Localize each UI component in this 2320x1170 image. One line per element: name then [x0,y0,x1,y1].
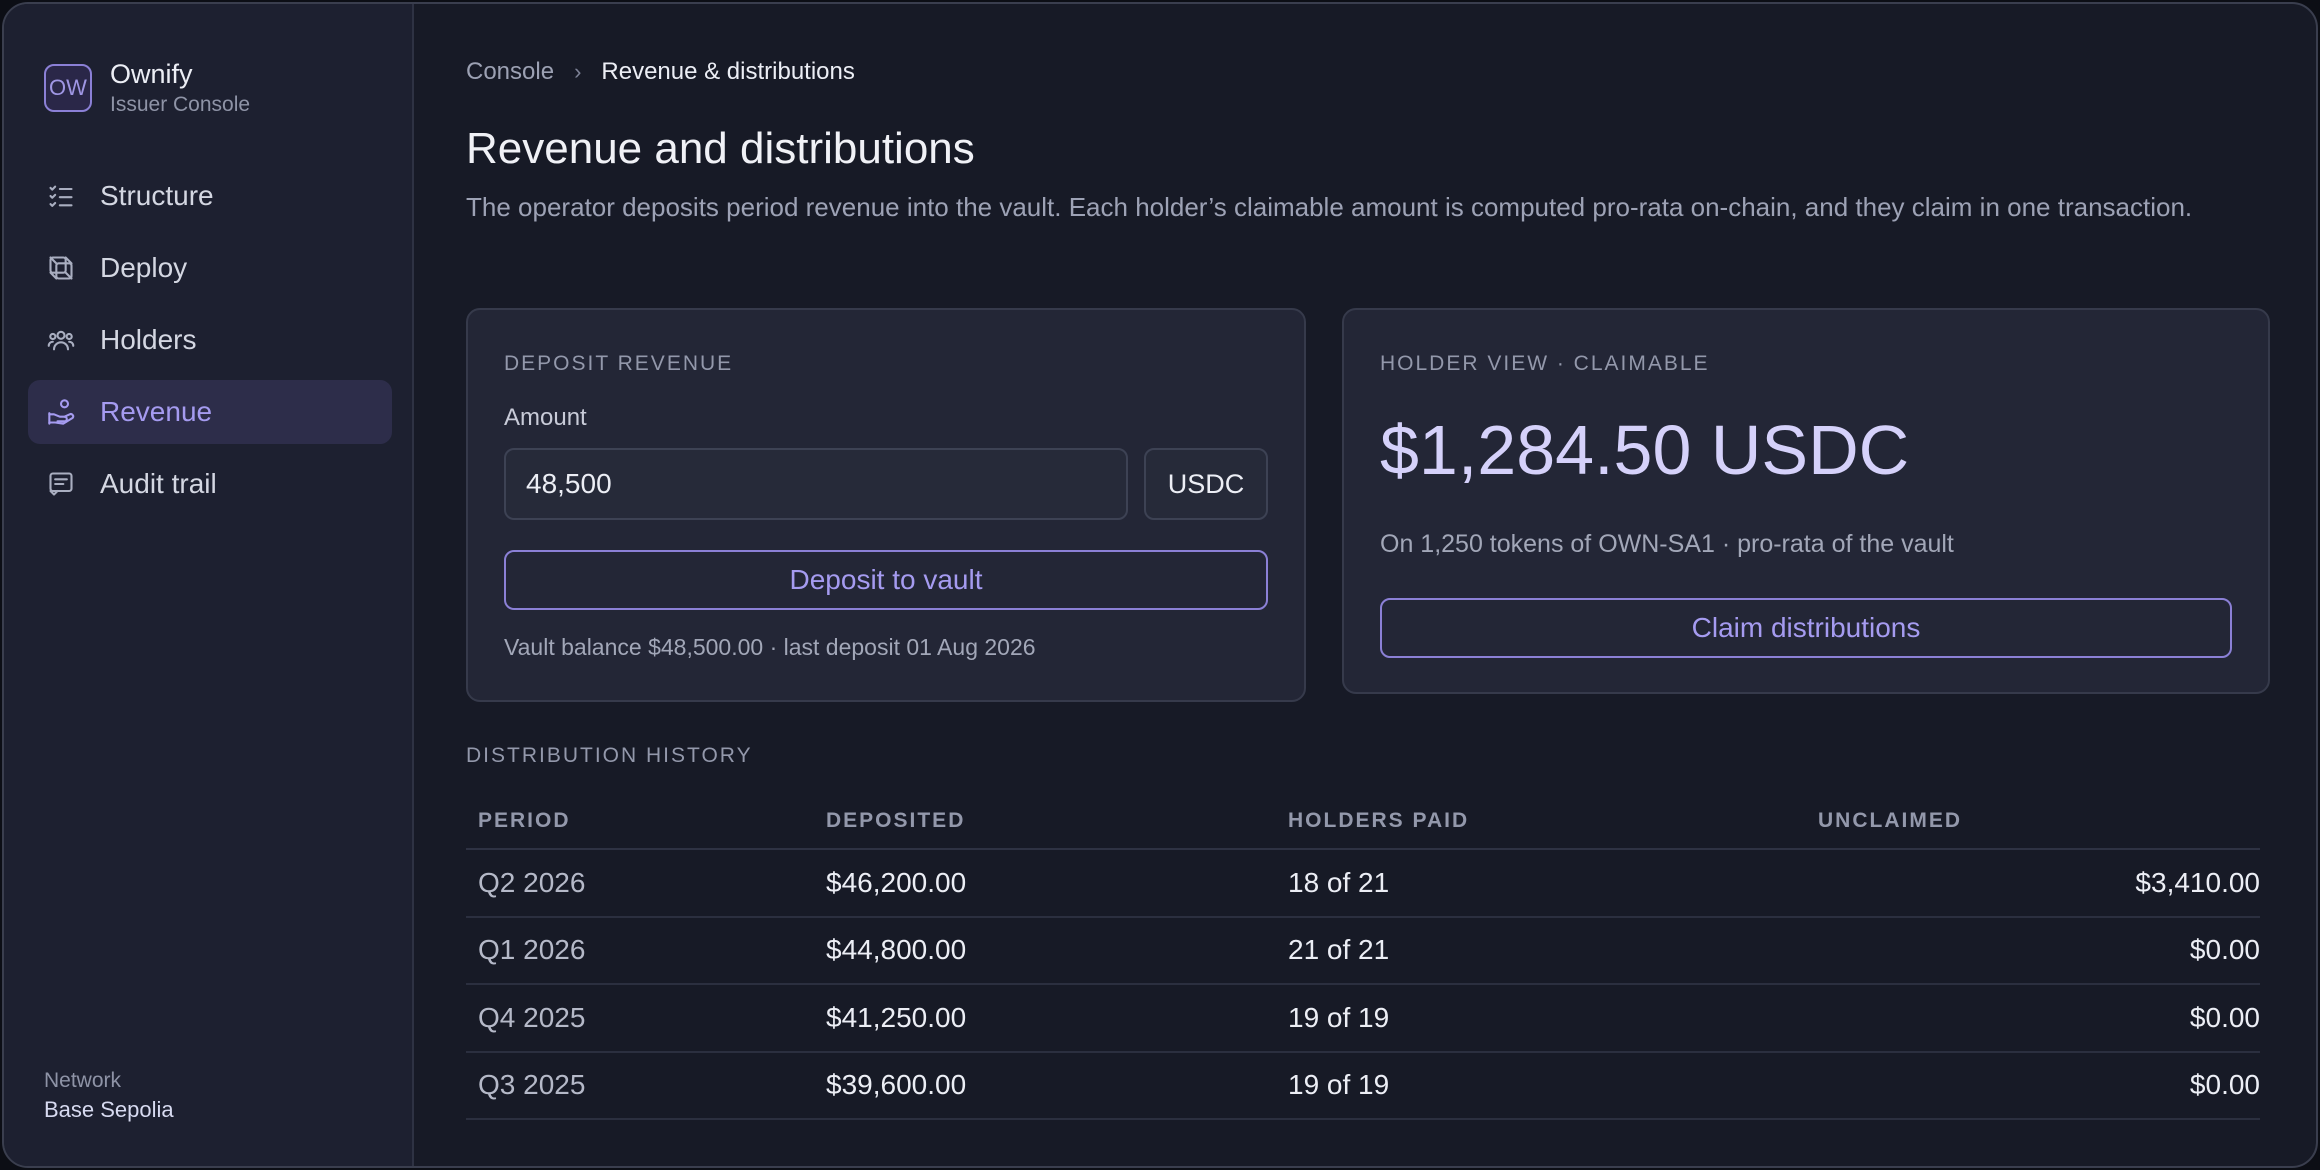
sidebar-item-revenue[interactable]: Revenue [28,380,392,444]
network-info: Network Base Sepolia [44,1067,174,1125]
column-header-unclaimed: UNCLAIMED [1818,809,1962,832]
column-header-holders-paid: HOLDERS PAID [1288,809,1470,832]
amount-label: Amount [504,404,587,431]
network-label: Network [44,1069,122,1092]
history-section-label: DISTRIBUTION HISTORY [466,744,753,767]
main-content: Console › Revenue & distributions Revenu… [414,4,2316,1166]
cell-holders-paid: 21 of 21 [1288,934,1390,966]
breadcrumb-root[interactable]: Console [466,58,554,86]
sidebar-item-label: Holders [100,324,197,355]
sidebar-nav: Structure Deploy Holders Revenue Audit t… [28,164,392,524]
cell-deposited: $39,600.00 [826,1069,967,1101]
brand-name: Ownify [110,59,193,89]
claimable-subtitle: On 1,250 tokens of OWN-SA1 · pro-rata of… [1380,530,1954,558]
deposit-to-vault-button[interactable]: Deposit to vault [504,550,1268,610]
chevron-right-icon: › [574,59,582,84]
cell-deposited: $41,250.00 [826,1001,967,1033]
cell-period: Q1 2026 [478,934,586,966]
distribution-history-table: PERIOD DEPOSITED HOLDERS PAID UNCLAIMED … [466,794,2260,1120]
sidebar-item-deploy[interactable]: Deploy [28,236,392,300]
breadcrumb-current: Revenue & distributions [601,58,855,85]
cube-icon [46,253,76,283]
cell-holders-paid: 19 of 19 [1288,1001,1390,1033]
page-description: The operator deposits period revenue int… [466,192,2193,222]
network-value: Base Sepolia [44,1097,174,1122]
cell-unclaimed: $0.00 [2189,1001,2260,1033]
table-row: Q2 2026 $46,200.00 18 of 21 $3,410.00 [466,850,2260,918]
table-row: Q1 2026 $44,800.00 21 of 21 $0.00 [466,918,2260,985]
vault-balance: Vault balance $48,500.00 · last deposit … [504,634,1036,660]
brand-subtitle: Issuer Console [110,93,251,116]
users-icon [46,325,76,355]
brand: OW Ownify Issuer Console [44,57,250,119]
claimable-amount: $1,284.50 USDC [1380,411,1910,489]
brand-logo: OW [44,64,92,112]
table-row: Q3 2025 $39,600.00 19 of 19 $0.00 [466,1053,2260,1120]
hand-coin-icon [46,397,76,427]
brand-text: Ownify Issuer Console [110,57,250,119]
currency-selector[interactable]: USDC [1144,448,1268,520]
deposit-section-label: DEPOSIT REVENUE [504,352,734,375]
cell-period: Q3 2025 [478,1069,586,1101]
cell-unclaimed: $3,410.00 [2135,866,2260,898]
cell-holders-paid: 19 of 19 [1288,1069,1390,1101]
sidebar-item-audit-trail[interactable]: Audit trail [28,452,392,516]
list-check-icon [46,181,76,211]
cell-unclaimed: $0.00 [2189,934,2260,966]
page-title: Revenue and distributions [466,124,975,173]
sidebar-item-label: Audit trail [100,468,217,499]
table-header: PERIOD DEPOSITED HOLDERS PAID UNCLAIMED [466,794,2260,850]
deposit-card: DEPOSIT REVENUE Amount USDC Deposit to v… [466,308,1306,702]
column-header-period: PERIOD [478,809,571,832]
sidebar-item-label: Deploy [100,252,188,283]
receipt-icon [46,469,76,499]
cell-unclaimed: $0.00 [2189,1069,2260,1101]
holder-view-card: HOLDER VIEW · CLAIMABLE $1,284.50 USDC O… [1342,308,2270,694]
breadcrumb: Console › Revenue & distributions [466,58,855,86]
amount-input[interactable] [504,448,1128,520]
app-window: OW Ownify Issuer Console Structure Deplo… [2,2,2318,1168]
cell-period: Q2 2026 [478,866,586,898]
claim-distributions-button[interactable]: Claim distributions [1380,598,2232,658]
cell-period: Q4 2025 [478,1001,586,1033]
cell-deposited: $46,200.00 [826,866,967,898]
cell-deposited: $44,800.00 [826,934,967,966]
sidebar: OW Ownify Issuer Console Structure Deplo… [4,4,414,1166]
holder-section-label: HOLDER VIEW · CLAIMABLE [1380,352,1710,375]
cell-holders-paid: 18 of 21 [1288,866,1390,898]
column-header-deposited: DEPOSITED [826,809,966,832]
sidebar-item-label: Structure [100,180,214,211]
sidebar-item-label: Revenue [100,396,213,427]
table-row: Q4 2025 $41,250.00 19 of 19 $0.00 [466,985,2260,1053]
sidebar-item-structure[interactable]: Structure [28,164,392,228]
sidebar-item-holders[interactable]: Holders [28,308,392,372]
